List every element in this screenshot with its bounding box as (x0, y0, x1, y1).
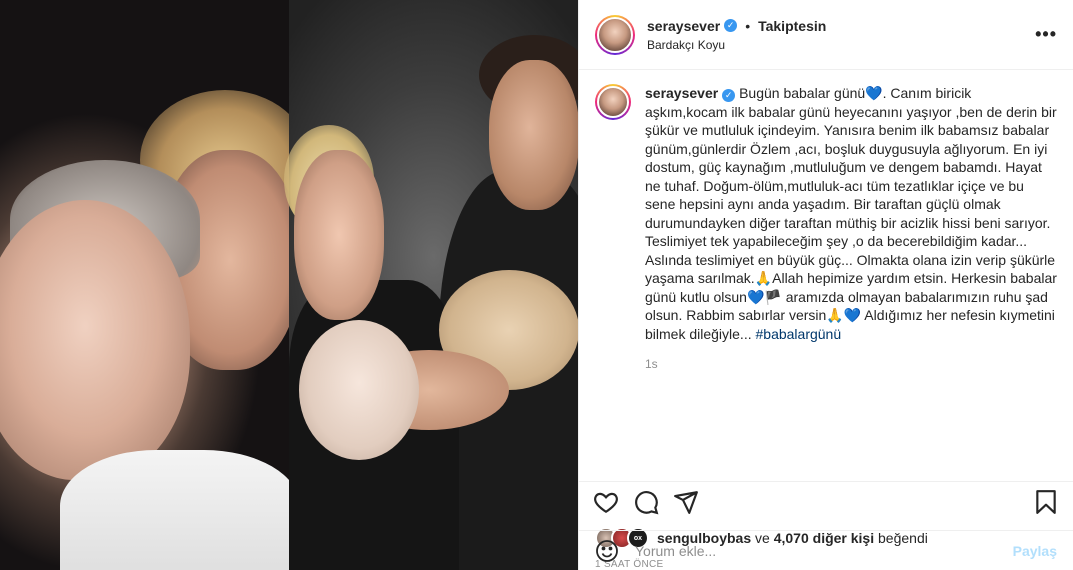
verified-badge-icon: ✓ (724, 19, 738, 32)
bookmark-icon[interactable] (1033, 489, 1059, 515)
woman-face (294, 150, 384, 320)
photo-selfie (0, 0, 310, 570)
hashtag-link[interactable]: #babalargünü (756, 326, 842, 342)
post-comment-button[interactable]: Paylaş (1013, 543, 1057, 559)
baby (299, 320, 419, 460)
man-face (489, 60, 578, 210)
avatar-image (597, 16, 633, 53)
post-media[interactable] (0, 0, 578, 570)
location-link[interactable]: Bardakçı Koyu (647, 38, 826, 52)
caption-time: 1s (645, 357, 658, 371)
instagram-post: seraysever ✓ • Takiptesin Bardakçı Koyu … (0, 0, 1073, 570)
following-button[interactable]: Takiptesin (758, 18, 826, 34)
profile-avatar[interactable] (595, 14, 635, 55)
caption-text: Bugün babalar günü💙. Canım biricik aşkım… (645, 85, 1061, 342)
avatar-image (597, 86, 629, 118)
comment-icon[interactable] (633, 489, 659, 515)
caption-body: seraysever ✓ Bugün babalar günü💙. Canım b… (645, 84, 1057, 374)
comment-bar: Paylaş (579, 530, 1073, 570)
emoji-icon[interactable] (595, 539, 619, 563)
heart-icon[interactable] (593, 489, 619, 515)
caption-username-link[interactable]: seraysever (645, 85, 718, 101)
verified-badge-icon: ✓ (722, 88, 736, 102)
caption: seraysever ✓ Bugün babalar günü💙. Canım b… (595, 84, 1057, 374)
comment-input[interactable] (635, 542, 1013, 559)
separator-dot: • (745, 17, 751, 34)
post-sidebar: seraysever ✓ • Takiptesin Bardakçı Koyu … (578, 0, 1073, 570)
more-options-icon[interactable]: ••• (1035, 24, 1057, 45)
post-header: seraysever ✓ • Takiptesin Bardakçı Koyu … (579, 0, 1073, 70)
caption-avatar[interactable] (595, 84, 631, 120)
photo-family (284, 0, 578, 570)
username-link[interactable]: seraysever (647, 18, 720, 34)
share-icon[interactable] (673, 489, 699, 515)
action-bar (579, 481, 1073, 521)
comments-area: seraysever ✓ Bugün babalar günü💙. Canım b… (579, 70, 1073, 481)
shirt (60, 450, 300, 570)
header-row: seraysever ✓ • Takiptesin (647, 18, 826, 34)
header-meta: seraysever ✓ • Takiptesin Bardakçı Koyu (647, 18, 826, 52)
